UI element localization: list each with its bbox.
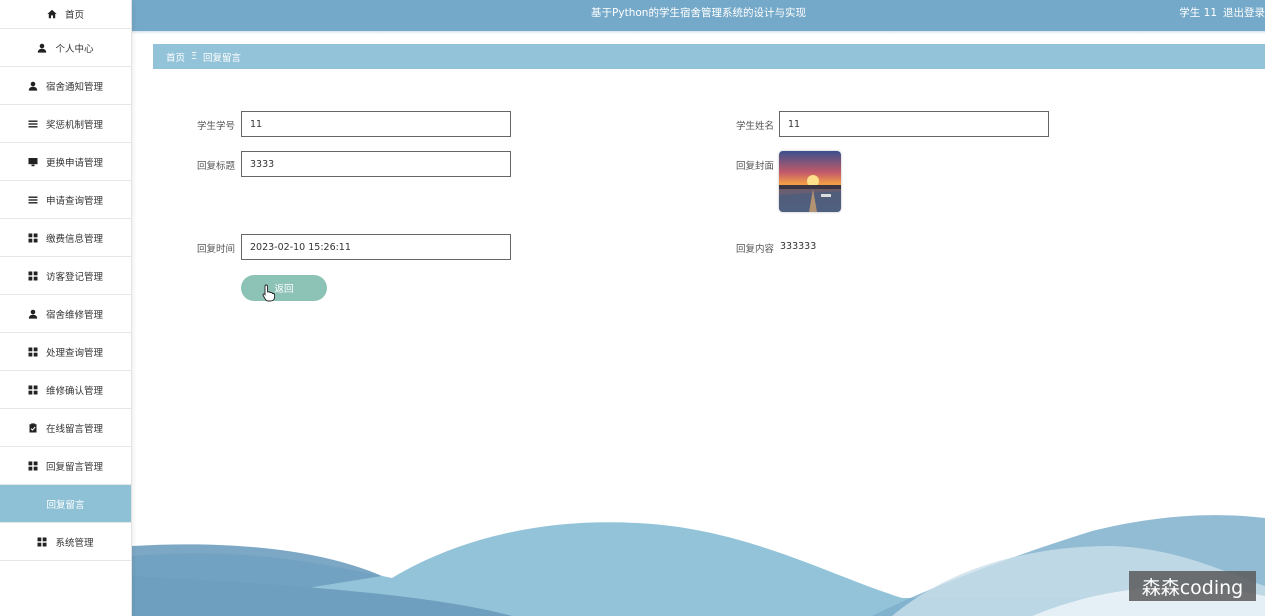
sidebar-item-label: 宿舍通知管理: [45, 81, 103, 93]
hand-cursor-icon: [262, 284, 276, 302]
reply-cover-image[interactable]: [779, 151, 841, 212]
sidebar-item[interactable]: 首页: [0, 0, 131, 29]
reply-title-label: 回复标题: [196, 161, 235, 172]
sidebar-item[interactable]: 访客登记管理: [0, 257, 131, 295]
grid-icon: [28, 385, 38, 395]
sidebar-item-label: 回复留言管理: [45, 461, 103, 473]
sunset-image: [779, 151, 841, 212]
list-icon: [28, 119, 38, 129]
breadcrumb-separator: Ξ: [191, 51, 198, 62]
reply-time-label: 回复时间: [196, 244, 235, 255]
sidebar-item[interactable]: 宿舍维修管理: [0, 295, 131, 333]
sidebar-item-label: 在线留言管理: [45, 423, 103, 435]
person-icon: [28, 81, 38, 91]
logout-link[interactable]: 退出登录: [1223, 7, 1265, 19]
sidebar-item[interactable]: 处理查询管理: [0, 333, 131, 371]
sidebar-item[interactable]: 个人中心: [0, 29, 131, 67]
sidebar-item-label: 访客登记管理: [45, 271, 103, 283]
sidebar-item-label: 更换申请管理: [45, 157, 103, 169]
reply-content-value: 333333: [780, 241, 817, 252]
sidebar-item[interactable]: 维修确认管理: [0, 371, 131, 409]
user-area: 学生 11 退出登录: [1179, 0, 1265, 26]
person-icon: [28, 309, 38, 319]
student-name-label: 学生姓名: [735, 121, 774, 132]
sidebar-item-label: 系统管理: [55, 537, 94, 549]
sidebar-item-label: 处理查询管理: [45, 347, 103, 359]
decorative-waves: [132, 515, 1265, 616]
sidebar-item-label: 回复留言: [46, 499, 85, 511]
sidebar-item-label: 个人中心: [55, 43, 94, 55]
sidebar-item[interactable]: 在线留言管理: [0, 409, 131, 447]
sidebar-item[interactable]: 宿舍通知管理: [0, 67, 131, 105]
monitor-icon: [28, 157, 38, 167]
student-id-field[interactable]: 11: [241, 111, 511, 137]
sidebar-item-label: 申请查询管理: [45, 195, 103, 207]
grid-icon: [37, 537, 47, 547]
reply-cover-label: 回复封面: [735, 161, 774, 172]
reply-content-label: 回复内容: [735, 244, 774, 255]
topbar-shadow: [132, 31, 1265, 34]
grid-icon: [28, 233, 38, 243]
clipboard-icon: [28, 422, 38, 433]
sidebar-item[interactable]: 系统管理: [0, 523, 131, 561]
person-icon: [37, 43, 47, 53]
sidebar-item[interactable]: 回复留言管理: [0, 447, 131, 485]
sidebar-item-label: 首页: [64, 10, 84, 21]
sidebar-item[interactable]: 申请查询管理: [0, 181, 131, 219]
sidebar-item[interactable]: 回复留言: [0, 485, 131, 523]
list-icon: [28, 195, 38, 205]
user-label: 学生 11: [1179, 7, 1217, 19]
breadcrumb-current: 回复留言: [203, 52, 242, 64]
grid-icon: [28, 461, 38, 471]
grid-icon: [28, 271, 38, 281]
sidebar-item-label: 宿舍维修管理: [45, 309, 103, 321]
watermark: 森森coding: [1129, 571, 1256, 601]
sidebar: 首页个人中心宿舍通知管理 奖惩机制管理 更换申请管理 申请查询管理 缴费信息管理 访客登记…: [0, 0, 132, 616]
grid-icon: [28, 347, 38, 357]
breadcrumb-home[interactable]: 首页: [166, 50, 185, 64]
breadcrumb: 首页 Ξ 回复留言: [153, 44, 1265, 69]
sidebar-item-label: 缴费信息管理: [45, 233, 103, 245]
student-name-field[interactable]: 11: [779, 111, 1049, 137]
sidebar-item[interactable]: 奖惩机制管理: [0, 105, 131, 143]
sidebar-item[interactable]: 缴费信息管理: [0, 219, 131, 257]
home-icon: [47, 9, 57, 19]
sidebar-item[interactable]: 更换申请管理: [0, 143, 131, 181]
sidebar-item-label: 奖惩机制管理: [45, 119, 103, 131]
back-button[interactable]: 返回: [241, 275, 327, 301]
top-bar: 基于Python的学生宿舍管理系统的设计与实现 学生 11 退出登录: [132, 0, 1265, 34]
reply-time-field[interactable]: 2023-02-10 15:26:11: [241, 234, 511, 260]
app-title: 基于Python的学生宿舍管理系统的设计与实现: [591, 7, 806, 19]
student-id-label: 学生学号: [196, 121, 235, 132]
reply-title-field[interactable]: 3333: [241, 151, 511, 177]
sidebar-item-label: 维修确认管理: [45, 385, 103, 397]
